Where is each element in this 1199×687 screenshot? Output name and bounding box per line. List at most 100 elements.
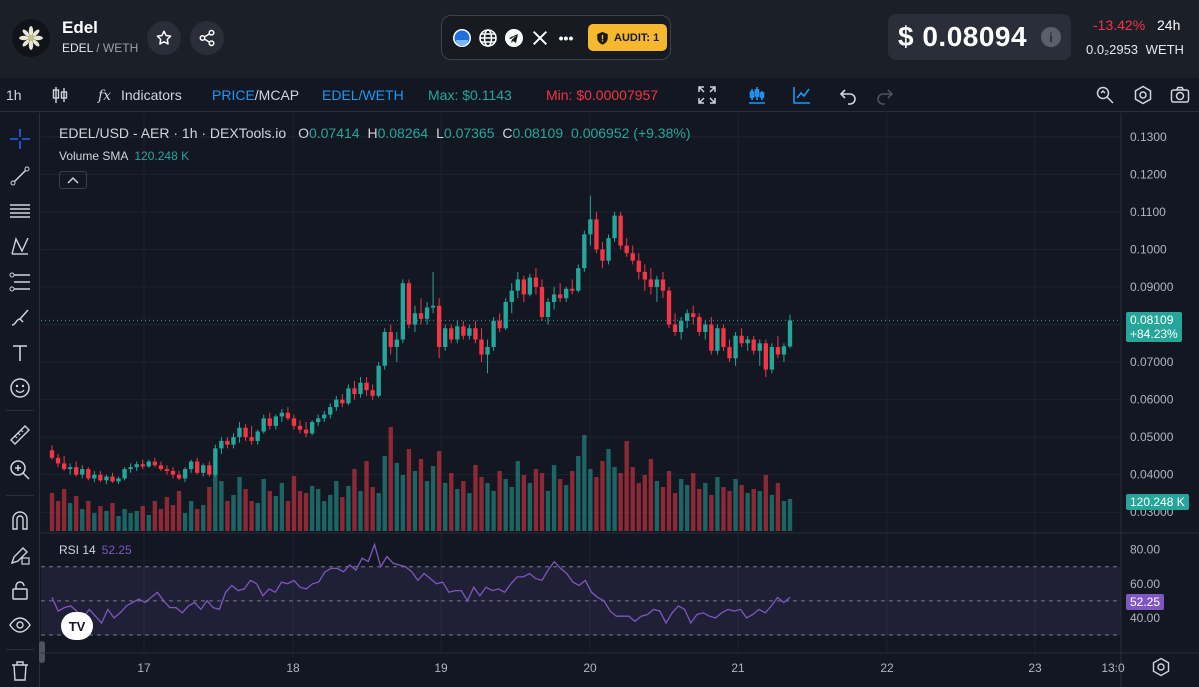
volume-bar <box>751 489 756 531</box>
more-icon[interactable]: ••• <box>556 28 576 48</box>
candle-body <box>231 437 236 445</box>
chart-trades-icon[interactable] <box>747 85 767 105</box>
volume-bar <box>582 435 587 531</box>
pair-toggle[interactable]: EDEL/WETH <box>322 87 404 103</box>
candle-body <box>80 469 85 475</box>
volume-bar <box>642 475 647 531</box>
x-twitter-icon[interactable] <box>530 28 550 48</box>
price-mcap-toggle[interactable]: PRICE/MCAP <box>212 87 299 103</box>
fx-icon[interactable]: fx <box>96 85 116 105</box>
volume-bar <box>243 489 248 531</box>
volume-bar <box>188 501 194 531</box>
zoom-in-icon[interactable] <box>8 458 32 482</box>
volume-bar <box>152 501 158 531</box>
trash-icon[interactable] <box>8 659 32 683</box>
chart-settings-icon[interactable] <box>1151 657 1171 677</box>
line-chart-icon[interactable] <box>792 85 812 105</box>
emoji-icon[interactable] <box>8 376 32 400</box>
quick-search-icon[interactable] <box>1095 85 1115 105</box>
close-value: 0.08109 <box>512 125 564 141</box>
candle-body <box>388 332 393 348</box>
volume-bar <box>557 479 563 531</box>
volume-bar <box>297 491 303 531</box>
shield-warning-icon <box>597 31 608 45</box>
interval-button[interactable]: 1h <box>6 87 22 103</box>
info-icon[interactable]: i <box>1041 27 1061 47</box>
candle-body <box>570 288 575 291</box>
volume-bar <box>533 469 539 531</box>
candle-body <box>188 461 194 470</box>
volume-bar <box>521 475 527 531</box>
camera-icon[interactable] <box>1170 85 1190 105</box>
trend-line-icon[interactable] <box>8 164 32 188</box>
fib-icon[interactable] <box>8 270 32 294</box>
price-tick-label: 0.1200 <box>1130 167 1167 181</box>
indicators-button[interactable]: Indicators <box>121 87 182 103</box>
audit-badge[interactable]: AUDIT: 1 <box>588 24 668 51</box>
pattern-icon[interactable] <box>8 234 32 258</box>
candle-body <box>539 286 545 317</box>
volume-bar <box>636 483 641 531</box>
candle-body <box>509 290 514 302</box>
share-button[interactable] <box>190 21 224 55</box>
fullscreen-icon[interactable] <box>697 85 717 105</box>
volume-bar <box>624 441 629 531</box>
volume-bar <box>370 487 375 531</box>
volume-bar <box>261 479 266 531</box>
time-tick-label: 21 <box>731 661 745 675</box>
favorite-button[interactable] <box>147 21 181 55</box>
text-icon[interactable] <box>8 341 32 365</box>
candle-body <box>564 288 569 299</box>
volume-bar <box>709 495 714 531</box>
candles-icon[interactable] <box>50 85 70 105</box>
volume-bar <box>612 467 617 531</box>
period-label[interactable]: 24h <box>1157 17 1180 33</box>
eye-icon[interactable] <box>8 613 32 637</box>
volume-bar <box>237 477 242 531</box>
lock-icon[interactable] <box>8 578 32 602</box>
chain-icon[interactable] <box>452 28 472 48</box>
candle-body <box>418 313 424 319</box>
settings-hex-icon[interactable] <box>1133 85 1153 105</box>
brush-icon[interactable] <box>8 306 32 330</box>
volume-bar <box>727 491 732 531</box>
candle-body <box>146 461 151 467</box>
magnet-icon[interactable] <box>8 508 32 532</box>
volume-bar <box>473 465 478 531</box>
candle-body <box>424 307 430 319</box>
undo-icon[interactable] <box>838 85 858 105</box>
crosshair-icon[interactable] <box>8 127 32 151</box>
volume-bar <box>545 491 551 531</box>
open-key: O <box>298 125 309 141</box>
candle-body <box>503 301 508 329</box>
volume-bar <box>98 506 103 531</box>
redo-icon[interactable] <box>875 85 895 105</box>
website-icon[interactable] <box>478 28 498 48</box>
volume-bar <box>781 501 787 531</box>
candle-body <box>473 328 478 340</box>
candle-body <box>92 474 97 479</box>
candle-body <box>340 399 345 404</box>
volume-bar <box>418 459 424 531</box>
pencil-lock-icon[interactable] <box>8 543 32 567</box>
candle-body <box>691 313 696 317</box>
rsi-value: 52.25 <box>101 543 132 557</box>
horizontal-lines-icon[interactable] <box>8 199 32 223</box>
volume-bar <box>303 493 309 531</box>
volume-bar <box>49 493 55 531</box>
volume-bar <box>388 427 393 531</box>
price-chart[interactable]: 0.13000.12000.11000.10000.090000.080000.… <box>41 113 1199 687</box>
tradingview-logo[interactable]: TV <box>61 612 93 640</box>
time-tick-label: 13:0 <box>1101 661 1125 675</box>
ruler-icon[interactable] <box>8 423 32 447</box>
candle-body <box>672 324 678 333</box>
volume-bar <box>497 471 502 531</box>
toolbar-divider <box>6 649 34 650</box>
volume-bar <box>739 485 744 531</box>
telegram-icon[interactable] <box>504 28 524 48</box>
volume-bar <box>721 487 726 531</box>
weth-price-unit: WETH <box>1145 42 1184 57</box>
collapse-legend-button[interactable] <box>59 171 87 189</box>
volume-bar <box>527 483 533 531</box>
candle-body <box>334 399 339 408</box>
